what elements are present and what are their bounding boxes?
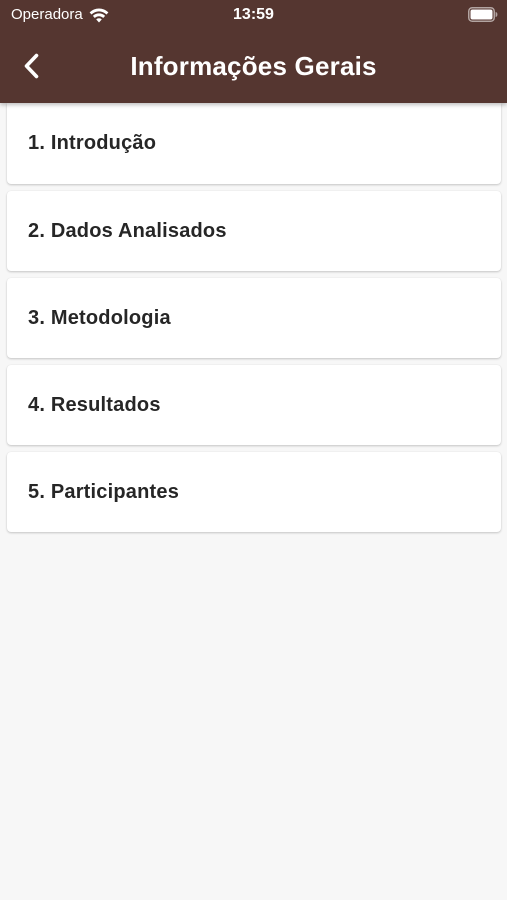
list-item-introducao[interactable]: 1. Introdução (7, 103, 501, 184)
back-button[interactable] (14, 48, 50, 84)
list-item-label: 1. Introdução (28, 132, 157, 154)
list-item-resultados[interactable]: 4. Resultados (7, 365, 501, 445)
status-time: 13:59 (233, 6, 274, 23)
list-item-metodologia[interactable]: 3. Metodologia (7, 278, 501, 358)
list-item-label: 4. Resultados (28, 393, 161, 416)
chevron-left-icon (24, 53, 39, 79)
app-bar: Operadora 13:59 Informações Gerais (0, 0, 507, 103)
list-item-label: 5. Participantes (28, 480, 180, 503)
list-item-participantes[interactable]: 5. Participantes (7, 452, 501, 532)
sections-list: 1. Introdução 2. Dados Analisados 3. Met… (7, 103, 501, 539)
list-item-label: 2. Dados Analisados (28, 219, 227, 242)
page-title: Informações Gerais (130, 51, 377, 81)
navigation-bar: Informações Gerais (0, 36, 507, 96)
battery-icon (468, 7, 498, 22)
list-item-dados-analisados[interactable]: 2. Dados Analisados (7, 191, 501, 271)
list-item-label: 3. Metodologia (28, 306, 171, 329)
status-bar: Operadora 13:59 (0, 0, 507, 30)
